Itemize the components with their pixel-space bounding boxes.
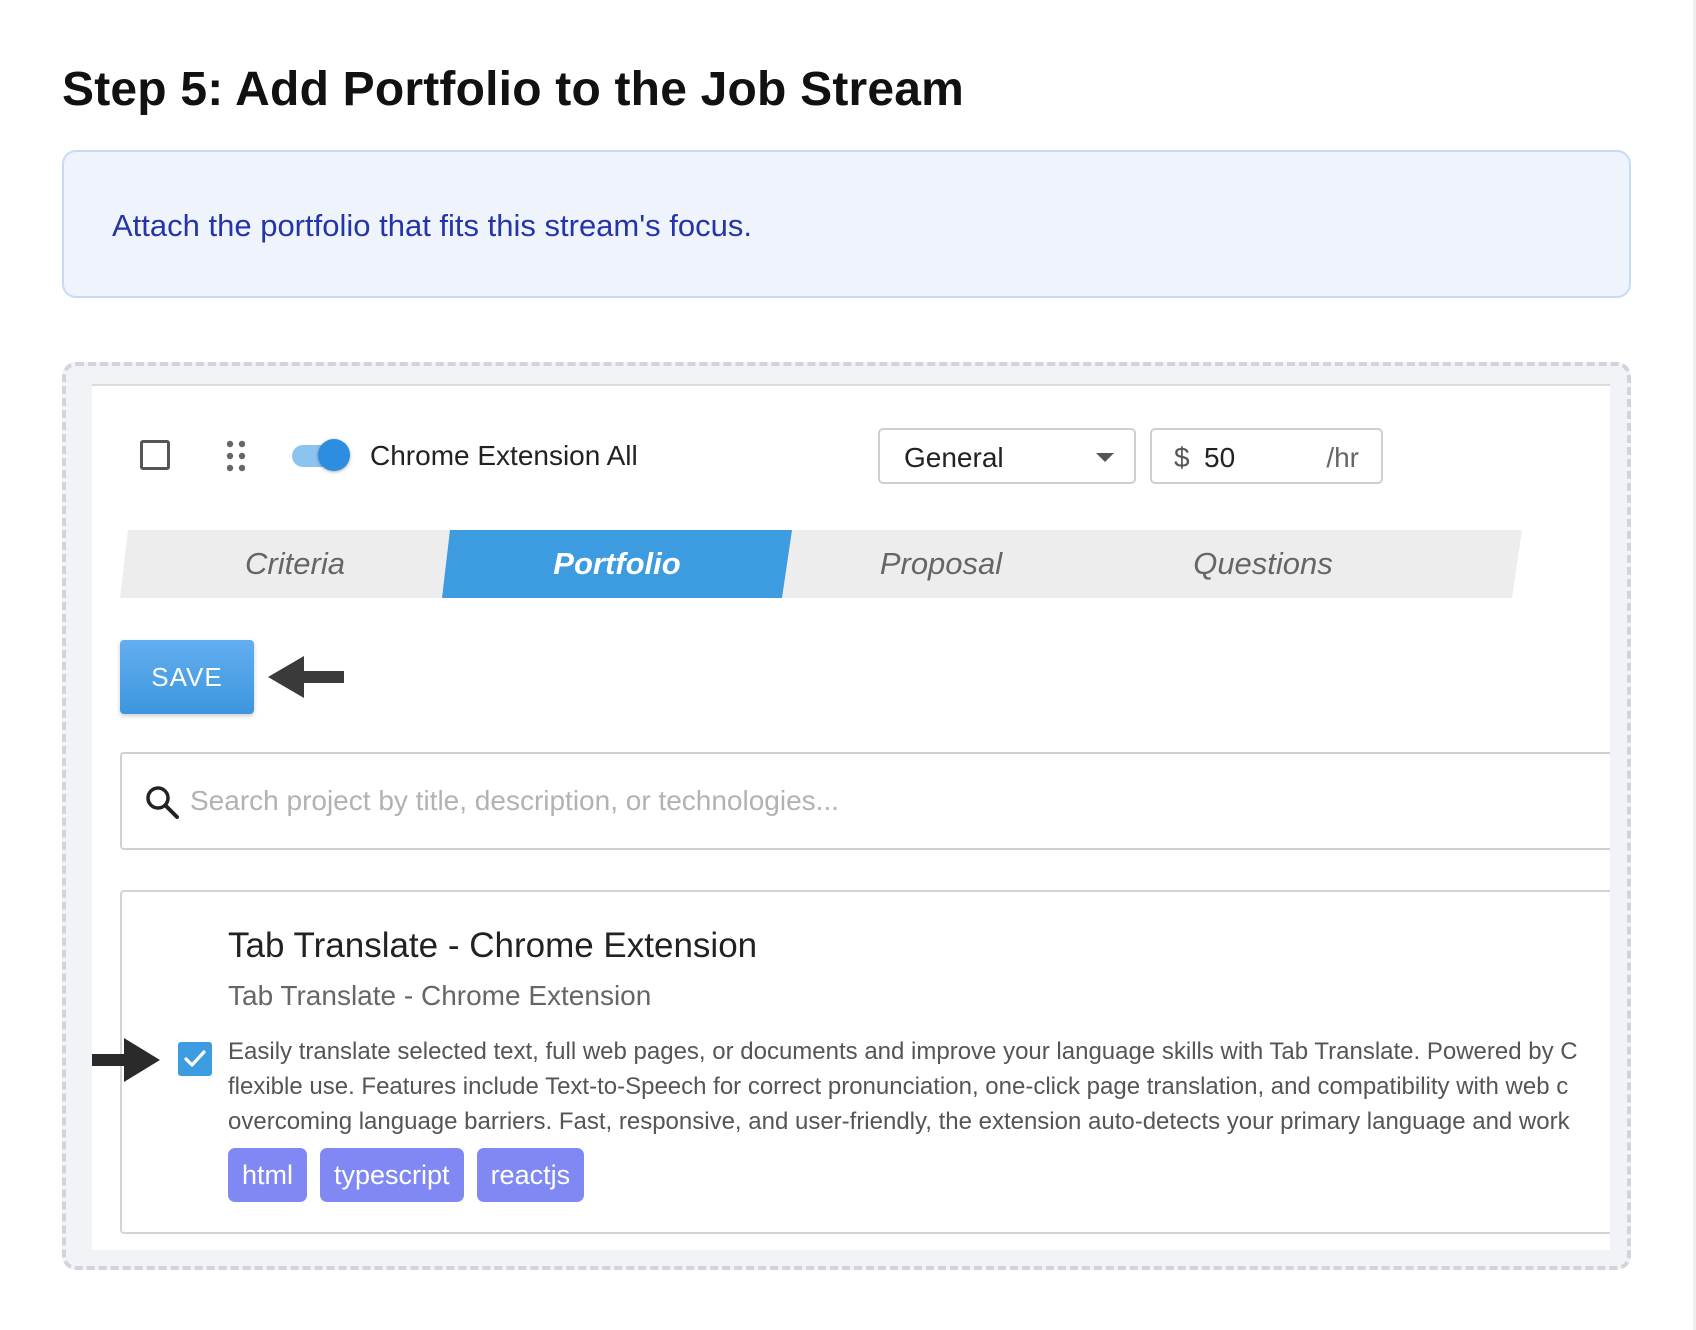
project-search[interactable] [120, 752, 1610, 850]
tag-typescript: typescript [320, 1148, 464, 1202]
tab-portfolio[interactable]: Portfolio [442, 530, 792, 598]
stream-enabled-toggle[interactable] [292, 438, 350, 472]
category-select[interactable]: General [878, 428, 1136, 484]
stream-tabs: Criteria Portfolio Proposal Questions [120, 530, 1522, 598]
tab-questions[interactable]: Questions [1088, 530, 1438, 598]
technology-tags: html typescript reactjs [228, 1148, 585, 1202]
job-stream-panel: Chrome Extension All General $ 50 /hr Cr… [92, 384, 1610, 1250]
portfolio-project-card[interactable]: Tab Translate - Chrome Extension Tab Tra… [120, 890, 1610, 1234]
arrow-left-icon [268, 656, 344, 698]
search-input[interactable] [190, 776, 1570, 826]
caret-down-icon [1096, 453, 1114, 462]
stream-select-checkbox[interactable] [140, 440, 170, 470]
toggle-knob [318, 439, 350, 471]
description-line: overcoming language barriers. Fast, resp… [228, 1108, 1570, 1135]
search-icon [146, 786, 179, 819]
tab-criteria[interactable]: Criteria [120, 530, 470, 598]
project-subtitle: Tab Translate - Chrome Extension [228, 980, 652, 1011]
project-select-checkbox[interactable] [178, 1042, 212, 1076]
arrow-right-icon [92, 1038, 160, 1082]
project-description: Easily translate selected text, full web… [228, 1034, 1610, 1139]
stream-name: Chrome Extension All [370, 440, 638, 471]
rate-value: 50 [1204, 442, 1236, 473]
description-line: Easily translate selected text, full web… [228, 1038, 1578, 1065]
rate-unit: /hr [1326, 442, 1359, 473]
page-title: Step 5: Add Portfolio to the Job Stream [62, 63, 965, 116]
description-line: flexible use. Features include Text-to-S… [228, 1073, 1569, 1100]
tag-reactjs: reactjs [476, 1148, 585, 1202]
info-text: Attach the portfolio that fits this stre… [112, 208, 752, 243]
save-button[interactable]: SAVE [120, 640, 254, 714]
tab-proposal[interactable]: Proposal [766, 530, 1116, 598]
tag-html: html [228, 1148, 308, 1202]
hourly-rate-field[interactable]: $ 50 /hr [1150, 428, 1383, 484]
rate-currency: $ [1174, 442, 1190, 473]
drag-handle-icon[interactable] [226, 440, 246, 472]
check-icon [184, 1050, 206, 1067]
project-title: Tab Translate - Chrome Extension [228, 926, 758, 965]
info-callout: Attach the portfolio that fits this stre… [62, 150, 1631, 298]
category-select-value: General [904, 442, 1004, 473]
